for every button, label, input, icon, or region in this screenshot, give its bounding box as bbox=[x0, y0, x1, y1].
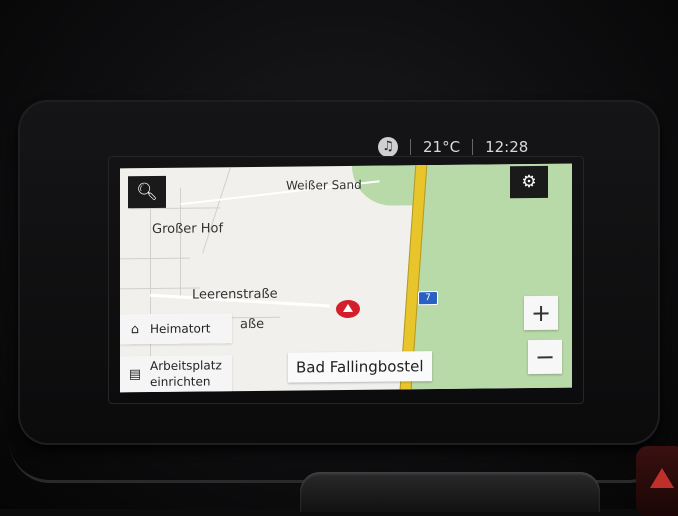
home-icon: ⌂ bbox=[130, 321, 140, 337]
current-position-marker bbox=[336, 299, 360, 319]
favorite-work-line2: einrichten bbox=[150, 374, 211, 390]
control-knob bbox=[300, 472, 600, 512]
map-label: Weißer Sand bbox=[286, 177, 362, 193]
favorite-home[interactable]: ⌂ Heimatort bbox=[120, 313, 232, 345]
temperature-readout: 21°C bbox=[423, 138, 461, 156]
status-divider bbox=[410, 139, 411, 155]
favorite-work-line1: Arbeitsplatz bbox=[150, 358, 222, 374]
settings-button[interactable]: ⚙ bbox=[510, 165, 548, 199]
clock: 12:28 bbox=[485, 138, 529, 156]
search-button[interactable]: 🔍︎ bbox=[128, 175, 166, 209]
favorite-work-label: Arbeitsplatz einrichten bbox=[150, 357, 222, 390]
map-label: Leerenstraße bbox=[192, 286, 278, 303]
navigation-map[interactable]: 7 Weißer Sand Großer Hof Leerenstraße aß… bbox=[120, 163, 572, 393]
gear-icon: ⚙ bbox=[521, 172, 537, 193]
hazard-icon bbox=[650, 468, 674, 488]
music-note-icon[interactable]: ♫ bbox=[378, 137, 398, 157]
map-label: Großer Hof bbox=[152, 221, 224, 238]
zoom-out-button[interactable]: − bbox=[528, 339, 562, 375]
status-divider bbox=[472, 139, 474, 155]
minor-road bbox=[120, 287, 200, 290]
minor-road bbox=[202, 167, 231, 254]
briefcase-icon: ▤ bbox=[128, 366, 142, 382]
search-icon: 🔍︎ bbox=[136, 181, 158, 203]
highway-badge: 7 bbox=[418, 291, 438, 306]
favorite-work[interactable]: ▤ Arbeitsplatz einrichten bbox=[120, 355, 232, 393]
destination-label[interactable]: Bad Fallingbostel bbox=[288, 351, 432, 383]
favorite-home-label: Heimatort bbox=[150, 321, 211, 337]
zoom-in-button[interactable]: + bbox=[524, 295, 558, 331]
map-label: aße bbox=[240, 316, 265, 333]
